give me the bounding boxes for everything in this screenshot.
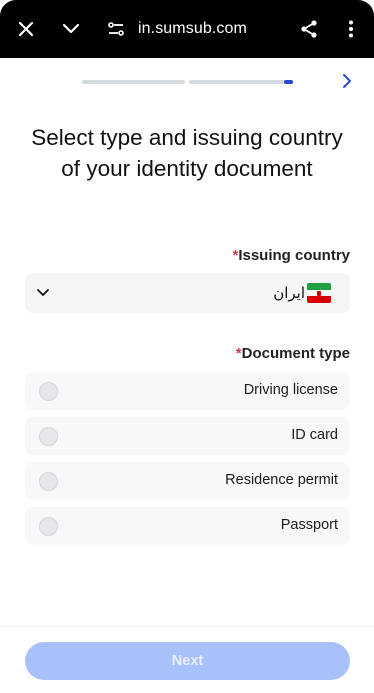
progress-fill xyxy=(284,80,293,84)
radio-button[interactable] xyxy=(39,472,58,491)
document-type-options: Driving license ID card Residence permit… xyxy=(25,372,350,552)
footer-divider xyxy=(0,626,374,627)
issuing-country-label-text: Issuing country xyxy=(238,247,350,264)
radio-button[interactable] xyxy=(39,517,58,536)
chevron-right-icon[interactable] xyxy=(337,71,357,91)
radio-button[interactable] xyxy=(39,382,58,401)
option-label: Driving license xyxy=(243,382,338,398)
document-option-passport[interactable]: Passport xyxy=(25,507,350,545)
document-option-driving-license[interactable]: Driving license xyxy=(25,372,350,410)
progress-step-1 xyxy=(82,80,185,84)
next-button[interactable]: Next xyxy=(25,642,350,680)
issuing-country-value: ایران xyxy=(273,284,305,302)
progress-step-2 xyxy=(189,80,293,84)
option-label: Passport xyxy=(280,517,338,533)
page-title: Select type and issuing country of your … xyxy=(31,125,343,181)
issuing-country-label: *Issuing country xyxy=(232,247,350,264)
url-text[interactable]: in.sumsub.com xyxy=(138,20,247,38)
document-type-label: *Document type xyxy=(236,345,350,362)
chevron-down-icon[interactable] xyxy=(59,17,83,41)
iran-flag-icon xyxy=(307,283,331,303)
radio-button[interactable] xyxy=(39,427,58,446)
more-vert-icon[interactable] xyxy=(339,17,363,41)
close-icon[interactable] xyxy=(14,17,38,41)
document-type-label-text: Document type xyxy=(241,345,350,362)
share-icon[interactable] xyxy=(297,17,321,41)
issuing-country-select[interactable]: ایران xyxy=(25,273,350,313)
browser-toolbar: in.sumsub.com xyxy=(0,0,374,58)
chevron-down-icon xyxy=(35,285,51,301)
step-progress xyxy=(0,78,374,86)
document-option-id-card[interactable]: ID card xyxy=(25,417,350,455)
document-option-residence-permit[interactable]: Residence permit xyxy=(25,462,350,500)
option-label: ID card xyxy=(291,427,338,443)
option-label: Residence permit xyxy=(225,472,338,488)
tune-icon[interactable] xyxy=(104,17,128,41)
